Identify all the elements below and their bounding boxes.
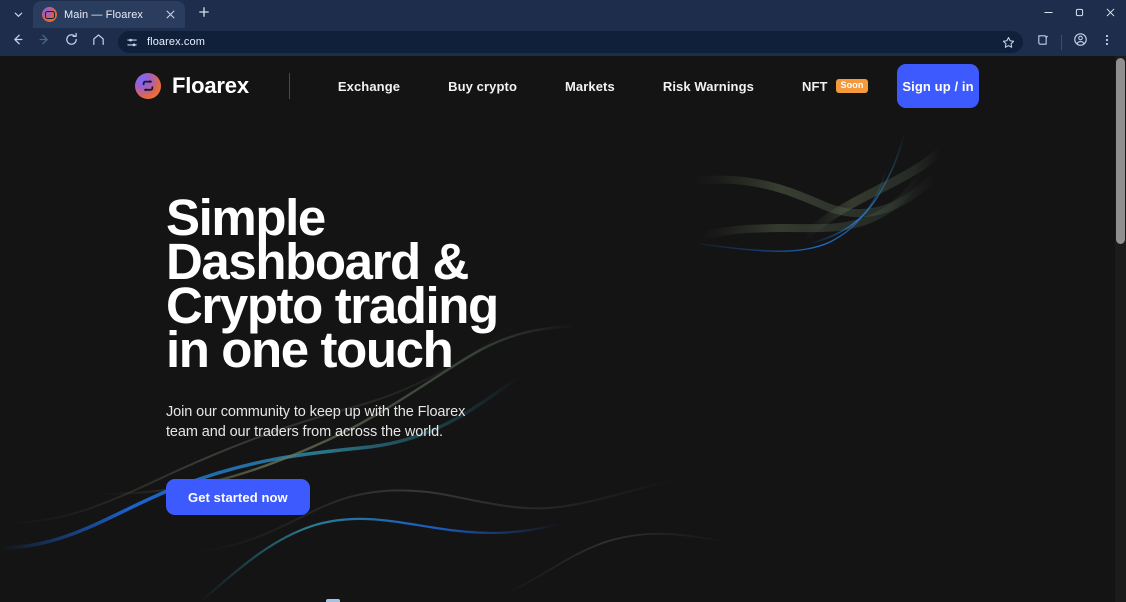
account-circle-icon bbox=[1073, 32, 1088, 52]
forward-button[interactable] bbox=[31, 29, 57, 55]
close-icon bbox=[1105, 5, 1116, 23]
address-bar-url: floarex.com bbox=[147, 36, 205, 48]
back-button[interactable] bbox=[4, 29, 30, 55]
new-tab-button[interactable] bbox=[191, 1, 217, 27]
maximize-icon bbox=[1074, 5, 1085, 23]
maximize-button[interactable] bbox=[1064, 0, 1095, 28]
split-view-icon bbox=[1036, 33, 1050, 52]
minimize-icon bbox=[1043, 5, 1054, 23]
nav-label: NFT bbox=[801, 78, 828, 94]
status-badge: Soon bbox=[835, 79, 869, 93]
nav-item-nft[interactable]: NFT Soon bbox=[778, 79, 892, 94]
web-page: Floarex Exchange Buy crypto Markets Risk… bbox=[0, 56, 1115, 602]
address-bar[interactable]: floarex.com bbox=[118, 31, 1023, 53]
nav-label: Markets bbox=[564, 78, 615, 94]
nav-label: Risk Warnings bbox=[662, 78, 754, 94]
three-dots-vertical-icon bbox=[1100, 33, 1114, 52]
tab-strip: Main — Floarex bbox=[0, 0, 1126, 28]
header-divider bbox=[288, 73, 290, 99]
swap-arrows-icon bbox=[135, 73, 161, 99]
scrollbar-thumb[interactable] bbox=[1116, 58, 1125, 244]
minimize-button[interactable] bbox=[1033, 0, 1064, 28]
split-view-button[interactable] bbox=[1030, 29, 1056, 55]
plus-icon bbox=[198, 5, 210, 23]
get-started-button[interactable]: Get started now bbox=[166, 479, 310, 515]
back-arrow-icon bbox=[10, 32, 25, 52]
sliders-icon[interactable] bbox=[125, 35, 140, 50]
nav-item-buy-crypto[interactable]: Buy crypto bbox=[424, 79, 541, 94]
browser-toolbar: floarex.com bbox=[0, 28, 1126, 56]
page-title: Simple Dashboard & Crypto trading in one… bbox=[166, 192, 586, 378]
main-navigation: Exchange Buy crypto Markets Risk Warning… bbox=[314, 79, 893, 94]
toolbar-divider bbox=[1061, 34, 1062, 50]
hero-section: Simple Dashboard & Crypto trading in one… bbox=[0, 116, 1115, 515]
floarex-logo-icon bbox=[42, 7, 57, 22]
window-controls bbox=[1033, 0, 1126, 28]
reload-icon bbox=[64, 32, 79, 52]
profile-button[interactable] bbox=[1067, 29, 1093, 55]
page-viewport: Floarex Exchange Buy crypto Markets Risk… bbox=[0, 56, 1126, 602]
nav-item-risk-warnings[interactable]: Risk Warnings bbox=[639, 79, 778, 94]
home-icon bbox=[91, 32, 106, 52]
forward-arrow-icon bbox=[37, 32, 52, 52]
close-icon[interactable] bbox=[162, 7, 178, 23]
tab-title: Main — Floarex bbox=[64, 8, 144, 21]
nav-label: Exchange bbox=[337, 78, 401, 94]
nav-item-markets[interactable]: Markets bbox=[541, 79, 639, 94]
browser-menu-button[interactable] bbox=[1094, 29, 1120, 55]
reload-button[interactable] bbox=[58, 29, 84, 55]
star-icon[interactable] bbox=[1002, 36, 1015, 49]
home-button[interactable] bbox=[85, 29, 111, 55]
nav-item-exchange[interactable]: Exchange bbox=[314, 79, 424, 94]
sign-up-button[interactable]: Sign up / in bbox=[897, 64, 979, 108]
brand-logo[interactable]: Floarex bbox=[135, 73, 249, 99]
close-window-button[interactable] bbox=[1095, 0, 1126, 28]
chevron-down-icon bbox=[13, 9, 24, 20]
hero-title-line-4: in one touch bbox=[166, 321, 454, 378]
nav-label: Buy crypto bbox=[448, 78, 517, 94]
site-header: Floarex Exchange Buy crypto Markets Risk… bbox=[0, 56, 1115, 116]
brand-name: Floarex bbox=[172, 73, 249, 98]
tab-search-button[interactable] bbox=[5, 1, 31, 27]
hero-subtitle: Join our community to keep up with the F… bbox=[166, 404, 466, 440]
page-scrollbar[interactable] bbox=[1115, 56, 1126, 602]
browser-window: Main — Floarex floarex.com Floarex Excha… bbox=[0, 0, 1126, 602]
browser-tab[interactable]: Main — Floarex bbox=[33, 1, 185, 28]
